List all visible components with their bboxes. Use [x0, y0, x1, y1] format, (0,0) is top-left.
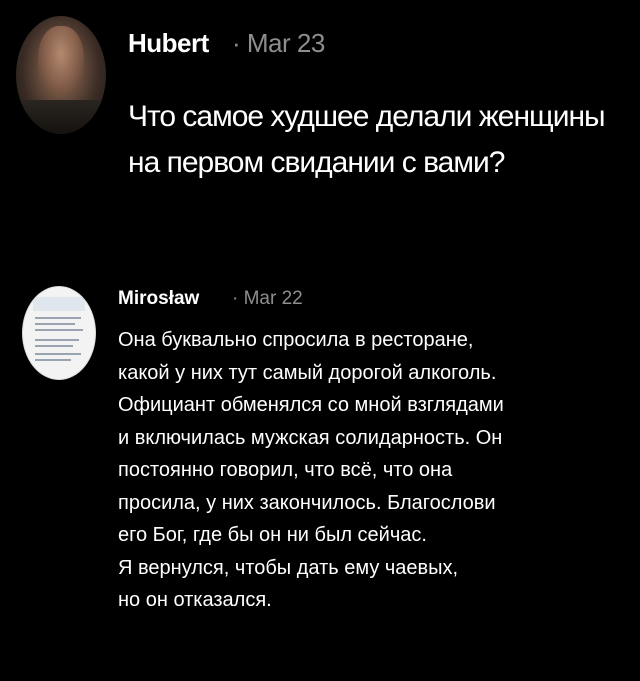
- avatar-face: [38, 26, 84, 96]
- avatar-shirt: [16, 100, 106, 134]
- author-name[interactable]: Mirosław: [118, 288, 199, 310]
- text-line: Я вернулся, чтобы дать ему чаевых,: [118, 556, 459, 579]
- avatar-doc-line: [35, 317, 81, 319]
- avatar-doc-line: [35, 329, 83, 331]
- text-line: и включилась мужская солидарность. Он: [118, 426, 503, 449]
- text-line: просила, у них закончилось. Благослови: [118, 491, 496, 514]
- avatar-doc-line: [35, 359, 71, 361]
- post-text: Она буквально спросила в ресторане, како…: [118, 324, 628, 617]
- text-line: его Бог, где бы он ни был сейчас.: [118, 524, 427, 546]
- avatar-doc-line: [35, 353, 81, 355]
- post-date: · Mar 22: [232, 288, 303, 309]
- avatar-doc-line: [35, 339, 79, 341]
- author-name[interactable]: Hubert: [128, 28, 209, 59]
- text-line: какой у них тут самый дорогой алкоголь.: [118, 361, 497, 384]
- avatar-doc-line: [35, 345, 73, 347]
- avatar[interactable]: [22, 286, 96, 380]
- text-line: но он отказался.: [118, 589, 272, 611]
- text-line: Официант обменялся со мной взглядами: [118, 394, 504, 416]
- text-line: постоянно говорил, что всё, что она: [118, 459, 453, 481]
- avatar-doc-line: [35, 323, 75, 325]
- post-date: · Mar 23: [232, 28, 325, 58]
- avatar[interactable]: [16, 16, 106, 134]
- text-line: Что самое худшее делали женщины: [128, 100, 606, 133]
- post-text: Что самое худшее делали женщины на перво…: [128, 94, 628, 186]
- text-line: Она буквально спросила в ресторане,: [118, 329, 474, 351]
- avatar-doc-block: [33, 297, 85, 311]
- text-line: на первом свидании с вами?: [128, 146, 505, 179]
